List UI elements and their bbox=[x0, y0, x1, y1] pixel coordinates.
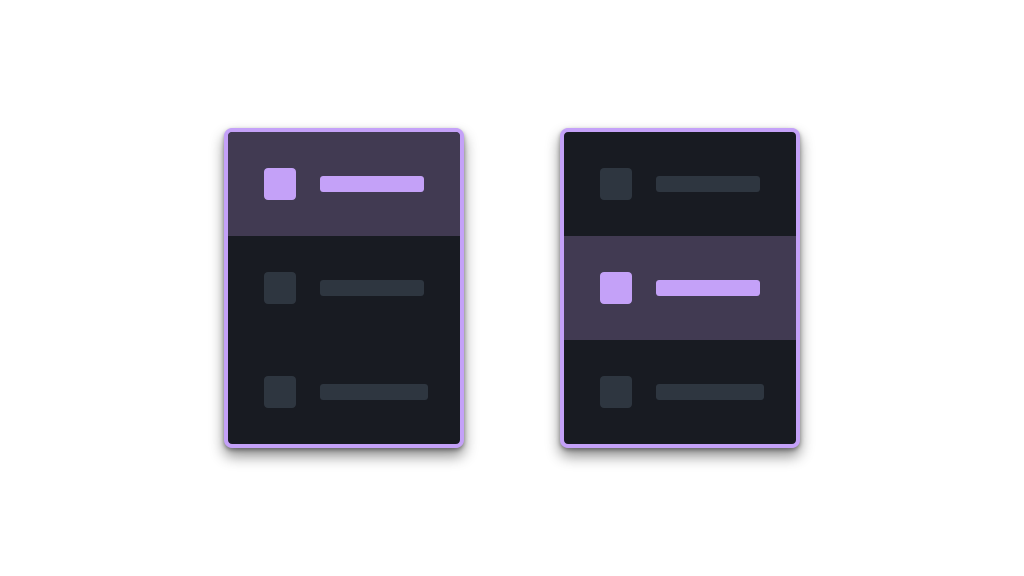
item-label-placeholder bbox=[320, 280, 424, 296]
menu-item-2[interactable] bbox=[228, 236, 460, 340]
menu-panel-left bbox=[224, 128, 464, 448]
item-label-placeholder bbox=[320, 384, 428, 400]
menu-item-2[interactable] bbox=[564, 236, 796, 340]
square-icon bbox=[264, 376, 296, 408]
square-icon bbox=[264, 168, 296, 200]
square-icon bbox=[600, 272, 632, 304]
canvas bbox=[0, 0, 1024, 576]
square-icon bbox=[264, 272, 296, 304]
item-label-placeholder bbox=[656, 176, 760, 192]
item-label-placeholder bbox=[320, 176, 424, 192]
menu-item-1[interactable] bbox=[564, 132, 796, 236]
menu-item-3[interactable] bbox=[228, 340, 460, 444]
square-icon bbox=[600, 168, 632, 200]
square-icon bbox=[600, 376, 632, 408]
menu-panel-right bbox=[560, 128, 800, 448]
item-label-placeholder bbox=[656, 280, 760, 296]
menu-item-3[interactable] bbox=[564, 340, 796, 444]
item-label-placeholder bbox=[656, 384, 764, 400]
menu-item-1[interactable] bbox=[228, 132, 460, 236]
